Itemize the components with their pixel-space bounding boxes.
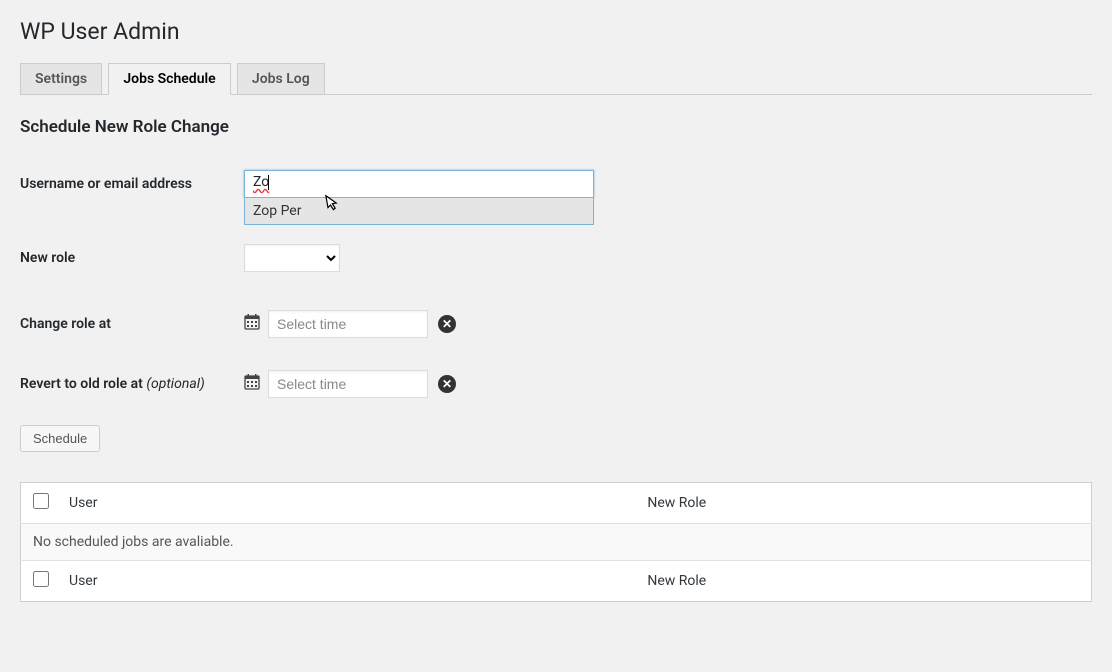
- tab-settings[interactable]: Settings: [20, 63, 102, 94]
- col-header-user[interactable]: User: [59, 483, 637, 524]
- empty-message: No scheduled jobs are avaliable.: [21, 524, 1092, 561]
- username-label: Username or email address: [20, 176, 244, 192]
- page-title: WP User Admin: [20, 18, 1092, 45]
- section-heading: Schedule New Role Change: [20, 117, 1092, 137]
- col-footer-role[interactable]: New Role: [637, 561, 1091, 602]
- tab-jobs-schedule[interactable]: Jobs Schedule: [108, 63, 230, 95]
- tab-jobs-log[interactable]: Jobs Log: [237, 63, 325, 94]
- calendar-icon: [244, 314, 260, 334]
- revert-at-label: Revert to old role at (optional): [20, 376, 244, 392]
- table-footer-row: User New Role: [21, 561, 1092, 602]
- select-all-checkbox[interactable]: [33, 493, 49, 509]
- revert-at-input[interactable]: [268, 370, 428, 398]
- role-select[interactable]: [244, 244, 340, 272]
- change-at-input[interactable]: [268, 310, 428, 338]
- change-at-label: Change role at: [20, 316, 244, 332]
- schedule-button[interactable]: Schedule: [20, 425, 100, 452]
- col-footer-user[interactable]: User: [59, 561, 637, 602]
- role-label: New role: [20, 250, 244, 266]
- select-all-footer-checkbox[interactable]: [33, 571, 49, 587]
- col-header-role[interactable]: New Role: [637, 483, 1091, 524]
- calendar-icon: [244, 374, 260, 394]
- table-empty-row: No scheduled jobs are avaliable.: [21, 524, 1092, 561]
- username-input[interactable]: Zo: [244, 170, 594, 198]
- jobs-table: User New Role No scheduled jobs are aval…: [20, 482, 1092, 602]
- table-header-row: User New Role: [21, 483, 1092, 524]
- nav-tabs: Settings Jobs Schedule Jobs Log: [20, 63, 1092, 95]
- clear-change-at-icon[interactable]: ✕: [438, 315, 456, 333]
- autocomplete-dropdown: Zop Per: [244, 197, 594, 225]
- autocomplete-suggestion[interactable]: Zop Per: [245, 198, 593, 224]
- clear-revert-at-icon[interactable]: ✕: [438, 375, 456, 393]
